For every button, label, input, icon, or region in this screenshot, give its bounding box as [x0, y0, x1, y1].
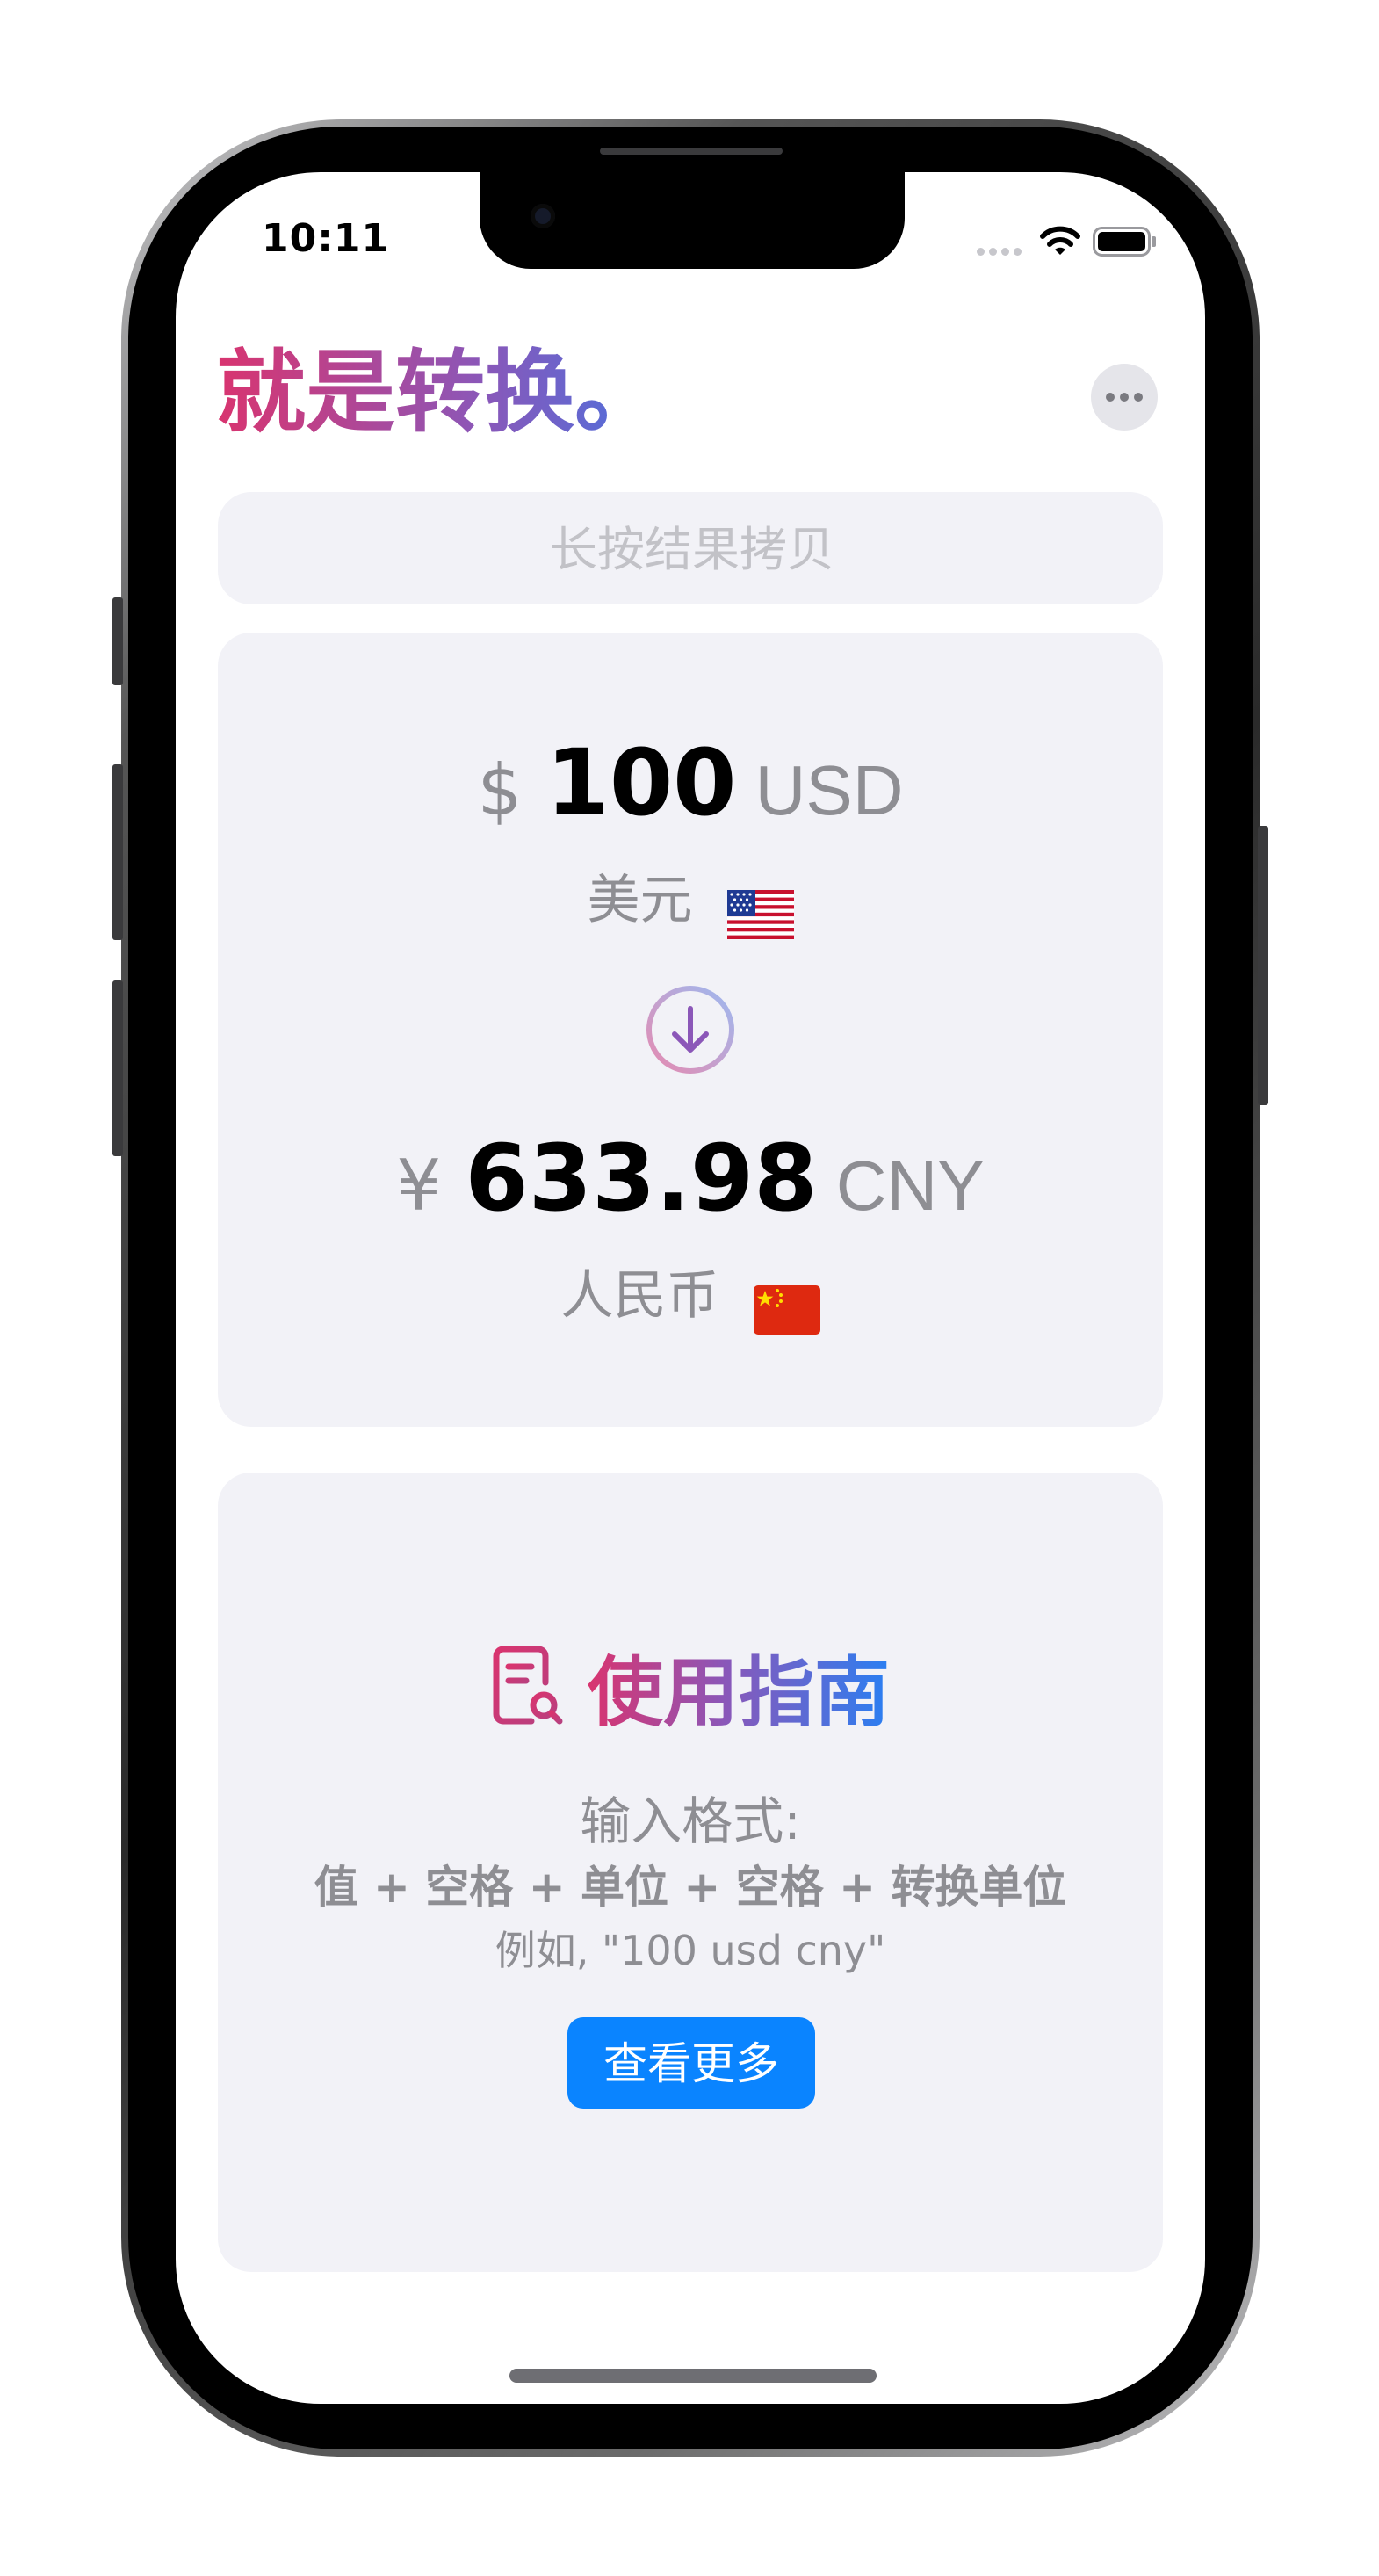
volume-down-button — [112, 980, 123, 1156]
volume-up-button — [112, 764, 123, 940]
battery-icon — [1093, 227, 1156, 257]
status-time: 10:11 — [262, 216, 390, 261]
usage-guide-card: 使用指南 输入格式: 值 + 空格 + 单位 + 空格 + 转换单位 例如, "… — [218, 1473, 1163, 2272]
view-more-button[interactable]: 查看更多 — [567, 2017, 815, 2109]
home-indicator[interactable] — [509, 2369, 877, 2383]
target-currency-name-row: 人民币 — [218, 1253, 1163, 1335]
wifi-icon — [1040, 226, 1080, 255]
source-currency-name: 美元 — [587, 870, 693, 931]
input-example: 例如, "100 usd cny" — [495, 1927, 886, 1974]
guide-heading: 使用指南 — [218, 1631, 1163, 1740]
search-bar[interactable] — [218, 492, 1166, 606]
guide-title: 使用指南 — [588, 1631, 890, 1740]
source-amount: 100 — [545, 729, 737, 836]
arrow-down-circle-icon — [646, 986, 734, 1074]
target-currency-name: 人民币 — [560, 1265, 719, 1327]
document-search-icon — [493, 1646, 563, 1724]
source-amount-row[interactable]: $ 100 USD — [218, 729, 1163, 836]
source-currency-symbol: $ — [477, 749, 523, 831]
app-screen: 10:11 就是转换。 $ 100 USD 美元 — [176, 172, 1205, 2404]
source-currency-code: USD — [754, 751, 904, 829]
action-button — [112, 597, 123, 685]
cellular-signal-icon — [977, 248, 1024, 257]
input-format-value: 值 + 空格 + 单位 + 空格 + 转换单位 — [314, 1862, 1067, 1913]
target-currency-symbol: ¥ — [396, 1145, 442, 1226]
input-format-label: 输入格式: — [580, 1791, 801, 1851]
conversion-result-card[interactable]: $ 100 USD 美元 ¥ 633.98 CNY 人民币 — [218, 633, 1163, 1427]
app-title: 就是转换。 — [216, 344, 743, 443]
search-input[interactable] — [218, 492, 1166, 606]
notch — [480, 172, 905, 269]
target-currency-code: CNY — [835, 1147, 985, 1225]
us-flag-icon — [726, 889, 794, 939]
cn-flag-icon — [753, 1284, 820, 1335]
power-button — [1258, 826, 1268, 1105]
earpiece-speaker — [600, 148, 783, 155]
target-amount-row[interactable]: ¥ 633.98 CNY — [218, 1125, 1163, 1232]
ellipsis-icon — [1106, 393, 1115, 402]
more-options-button[interactable] — [1091, 364, 1158, 431]
target-amount: 633.98 — [465, 1125, 818, 1232]
front-camera — [531, 204, 555, 228]
source-currency-name-row: 美元 — [218, 857, 1163, 939]
